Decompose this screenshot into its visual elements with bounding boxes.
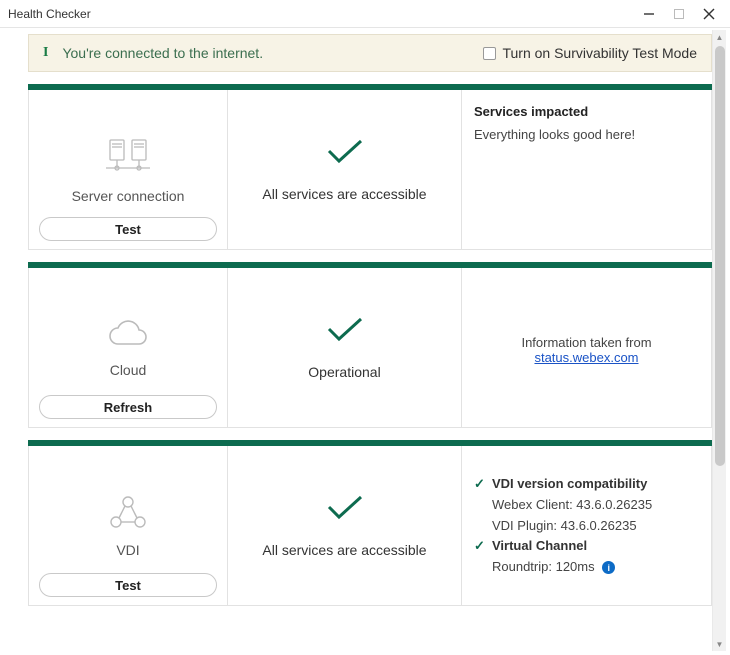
maximize-button[interactable] (674, 9, 684, 19)
roundtrip-value: Roundtrip: 120ms (492, 559, 595, 574)
vdi-compat-row: ✓ VDI version compatibility (474, 474, 647, 495)
checkmark-icon (325, 137, 365, 168)
vdi-panel: VDI Test All services are accessible ✓ V… (28, 440, 712, 606)
window-title: Health Checker (8, 7, 642, 21)
check-icon: ✓ (474, 536, 486, 557)
window-controls (642, 7, 722, 21)
content-area: I You're connected to the internet. Turn… (0, 28, 730, 655)
vertical-scrollbar[interactable]: ▲ ▼ (712, 30, 726, 651)
vdi-test-button[interactable]: Test (39, 573, 217, 597)
virtual-channel-row: ✓ Virtual Channel (474, 536, 587, 557)
checkmark-icon (325, 493, 365, 524)
vdi-icon (106, 494, 150, 532)
cloud-status-link[interactable]: status.webex.com (534, 350, 638, 365)
titlebar: Health Checker (0, 0, 730, 28)
scroll-up-arrow[interactable]: ▲ (713, 30, 726, 44)
connection-status-text: You're connected to the internet. (62, 45, 483, 61)
vdi-details: ✓ VDI version compatibility Webex Client… (462, 446, 712, 606)
server-test-button[interactable]: Test (39, 217, 217, 241)
vdi-summary: VDI Test (28, 446, 228, 606)
close-button[interactable] (702, 7, 716, 21)
survivability-toggle[interactable]: Turn on Survivability Test Mode (483, 45, 697, 61)
services-impacted-heading: Services impacted (474, 104, 588, 119)
server-status-text: All services are accessible (262, 186, 426, 202)
services-impacted-body: Everything looks good here! (474, 127, 635, 142)
vdi-plugin-version: VDI Plugin: 43.6.0.26235 (474, 516, 637, 537)
roundtrip-row: Roundtrip: 120ms i (474, 557, 615, 578)
cloud-panel: Cloud Refresh Operational Information ta… (28, 262, 712, 428)
vdi-status-text: All services are accessible (262, 542, 426, 558)
vdi-status: All services are accessible (228, 446, 462, 606)
cloud-info-heading: Information taken from (521, 335, 651, 350)
check-icon: ✓ (474, 474, 486, 495)
server-connection-details: Services impacted Everything looks good … (462, 90, 712, 250)
cloud-details: Information taken from status.webex.com (462, 268, 712, 428)
scroll-down-arrow[interactable]: ▼ (713, 637, 726, 651)
server-icon (100, 136, 156, 178)
info-icon: I (43, 45, 48, 61)
cloud-status-text: Operational (308, 364, 380, 380)
minimize-button[interactable] (642, 7, 656, 21)
webex-client-version: Webex Client: 43.6.0.26235 (474, 495, 652, 516)
connection-status-bar: I You're connected to the internet. Turn… (28, 34, 712, 72)
vdi-compat-heading: VDI version compatibility (492, 474, 647, 495)
virtual-channel-heading: Virtual Channel (492, 536, 587, 557)
scroll-thumb[interactable] (715, 46, 725, 466)
cloud-status: Operational (228, 268, 462, 428)
survivability-toggle-label: Turn on Survivability Test Mode (502, 45, 697, 61)
server-connection-panel: Server connection Test All services are … (28, 84, 712, 250)
vdi-title: VDI (116, 542, 139, 558)
server-connection-status: All services are accessible (228, 90, 462, 250)
cloud-refresh-button[interactable]: Refresh (39, 395, 217, 419)
server-connection-title: Server connection (72, 188, 185, 204)
info-icon[interactable]: i (602, 561, 615, 574)
checkbox-icon (483, 47, 496, 60)
checkmark-icon (325, 315, 365, 346)
cloud-summary: Cloud Refresh (28, 268, 228, 428)
server-connection-summary: Server connection Test (28, 90, 228, 250)
cloud-title: Cloud (110, 362, 147, 378)
cloud-icon (104, 318, 152, 352)
